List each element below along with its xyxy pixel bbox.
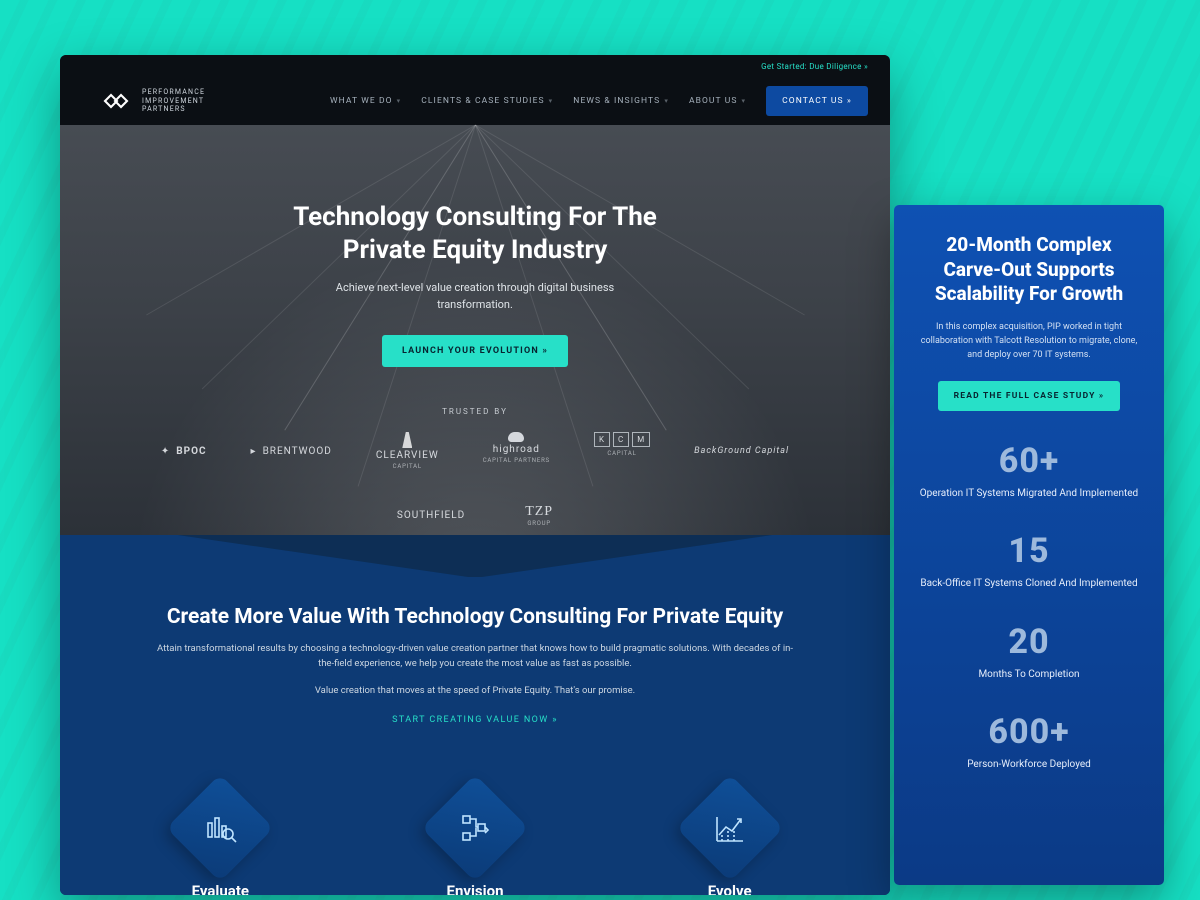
- panel-blurb: In this complex acquisition, PIP worked …: [916, 321, 1142, 363]
- stat-item: 20 Months To Completion: [916, 622, 1142, 683]
- stat-item: 60+ Operation IT Systems Migrated And Im…: [916, 441, 1142, 502]
- nav-news[interactable]: NEWS & INSIGHTS▾: [573, 96, 669, 106]
- hero-section: Technology Consulting For ThePrivate Equ…: [60, 125, 890, 535]
- lighthouse-icon: [402, 432, 412, 448]
- section-divider: [60, 535, 890, 577]
- chevron-down-icon: ▾: [664, 97, 669, 105]
- cloud-icon: [508, 432, 524, 442]
- pillars-row: Evaluate Assess potential, identify oppo…: [60, 766, 890, 895]
- nav-clients[interactable]: CLIENTS & CASE STUDIES▾: [421, 96, 553, 106]
- website-preview-card: Get Started: Due Diligence » PERFORMANCE…: [60, 55, 890, 895]
- hero-subtitle: Achieve next-level value creation throug…: [60, 280, 890, 313]
- contact-us-button[interactable]: CONTACT US »: [766, 86, 868, 116]
- brand[interactable]: PERFORMANCEIMPROVEMENTPARTNERS: [102, 88, 205, 114]
- nav-about[interactable]: ABOUT US▾: [689, 96, 746, 106]
- launch-evolution-button[interactable]: LAUNCH YOUR EVOLUTION »: [382, 335, 568, 367]
- pillar-title: Evolve: [617, 882, 842, 895]
- panel-heading: 20-Month ComplexCarve-Out SupportsScalab…: [916, 233, 1142, 307]
- chevron-down-icon: ▾: [549, 97, 554, 105]
- nav-what-we-do[interactable]: WHAT WE DO▾: [330, 96, 401, 106]
- logo-background-capital: BackGround Capital: [694, 432, 789, 470]
- stat-label: Months To Completion: [916, 668, 1142, 683]
- logo-kcm: KCMCAPITAL: [594, 432, 650, 470]
- logo-tzp: TZPGROUP: [525, 504, 553, 527]
- envision-icon: [421, 774, 528, 881]
- logo-bpoc: ✦ BPOC: [161, 432, 207, 470]
- pillar-evaluate: Evaluate Assess potential, identify oppo…: [108, 790, 333, 895]
- value-prop-section: Create More Value With Technology Consul…: [60, 577, 890, 766]
- value-paragraph-2: Value creation that moves at the speed o…: [155, 683, 795, 698]
- value-paragraph-1: Attain transformational results by choos…: [155, 641, 795, 671]
- pillar-evolve: Evolve It's simple: you need to outperfo…: [617, 790, 842, 895]
- start-creating-value-link[interactable]: START CREATING VALUE NOW »: [392, 715, 558, 725]
- logo-icon: [102, 91, 132, 111]
- value-heading: Create More Value With Technology Consul…: [120, 605, 830, 629]
- logo-clearview: CLEARVIEWCAPITAL: [376, 432, 439, 470]
- stat-label: Person-Workforce Deployed: [916, 758, 1142, 773]
- logo-brentwood: ▸BRENTWOOD: [251, 432, 332, 470]
- brand-name: PERFORMANCEIMPROVEMENTPARTNERS: [142, 88, 205, 114]
- stat-item: 600+ Person-Workforce Deployed: [916, 712, 1142, 773]
- chevron-down-icon: ▾: [742, 97, 747, 105]
- get-started-link[interactable]: Get Started: Due Diligence »: [761, 62, 868, 71]
- stat-item: 15 Back-Office IT Systems Cloned And Imp…: [916, 531, 1142, 592]
- evolve-icon: [676, 774, 783, 881]
- trusted-by-label: TRUSTED BY: [60, 407, 890, 416]
- logo-southfield: SOUTHFIELD TZPGROUP: [120, 504, 830, 527]
- utility-bar: Get Started: Due Diligence »: [60, 55, 890, 77]
- case-study-panel: 20-Month ComplexCarve-Out SupportsScalab…: [894, 205, 1164, 885]
- stat-number: 600+: [916, 712, 1142, 752]
- pillar-title: Evaluate: [108, 882, 333, 895]
- stat-number: 15: [916, 531, 1142, 571]
- hero-title: Technology Consulting For ThePrivate Equ…: [60, 201, 890, 266]
- chevron-down-icon: ▾: [397, 97, 402, 105]
- stat-label: Back-Office IT Systems Cloned And Implem…: [916, 577, 1142, 592]
- primary-nav: PERFORMANCEIMPROVEMENTPARTNERS WHAT WE D…: [60, 77, 890, 125]
- stat-number: 60+: [916, 441, 1142, 481]
- pillar-title: Envision: [363, 882, 588, 895]
- stat-number: 20: [916, 622, 1142, 662]
- evaluate-icon: [167, 774, 274, 881]
- read-case-study-button[interactable]: READ THE FULL CASE STUDY »: [938, 381, 1121, 411]
- logo-highroad: highroadCAPITAL PARTNERS: [483, 432, 550, 470]
- pillar-envision: Envision Devise a technology-driven busi…: [363, 790, 588, 895]
- client-logo-row: ✦ BPOC ▸BRENTWOOD CLEARVIEWCAPITAL highr…: [60, 432, 890, 527]
- stat-label: Operation IT Systems Migrated And Implem…: [916, 487, 1142, 502]
